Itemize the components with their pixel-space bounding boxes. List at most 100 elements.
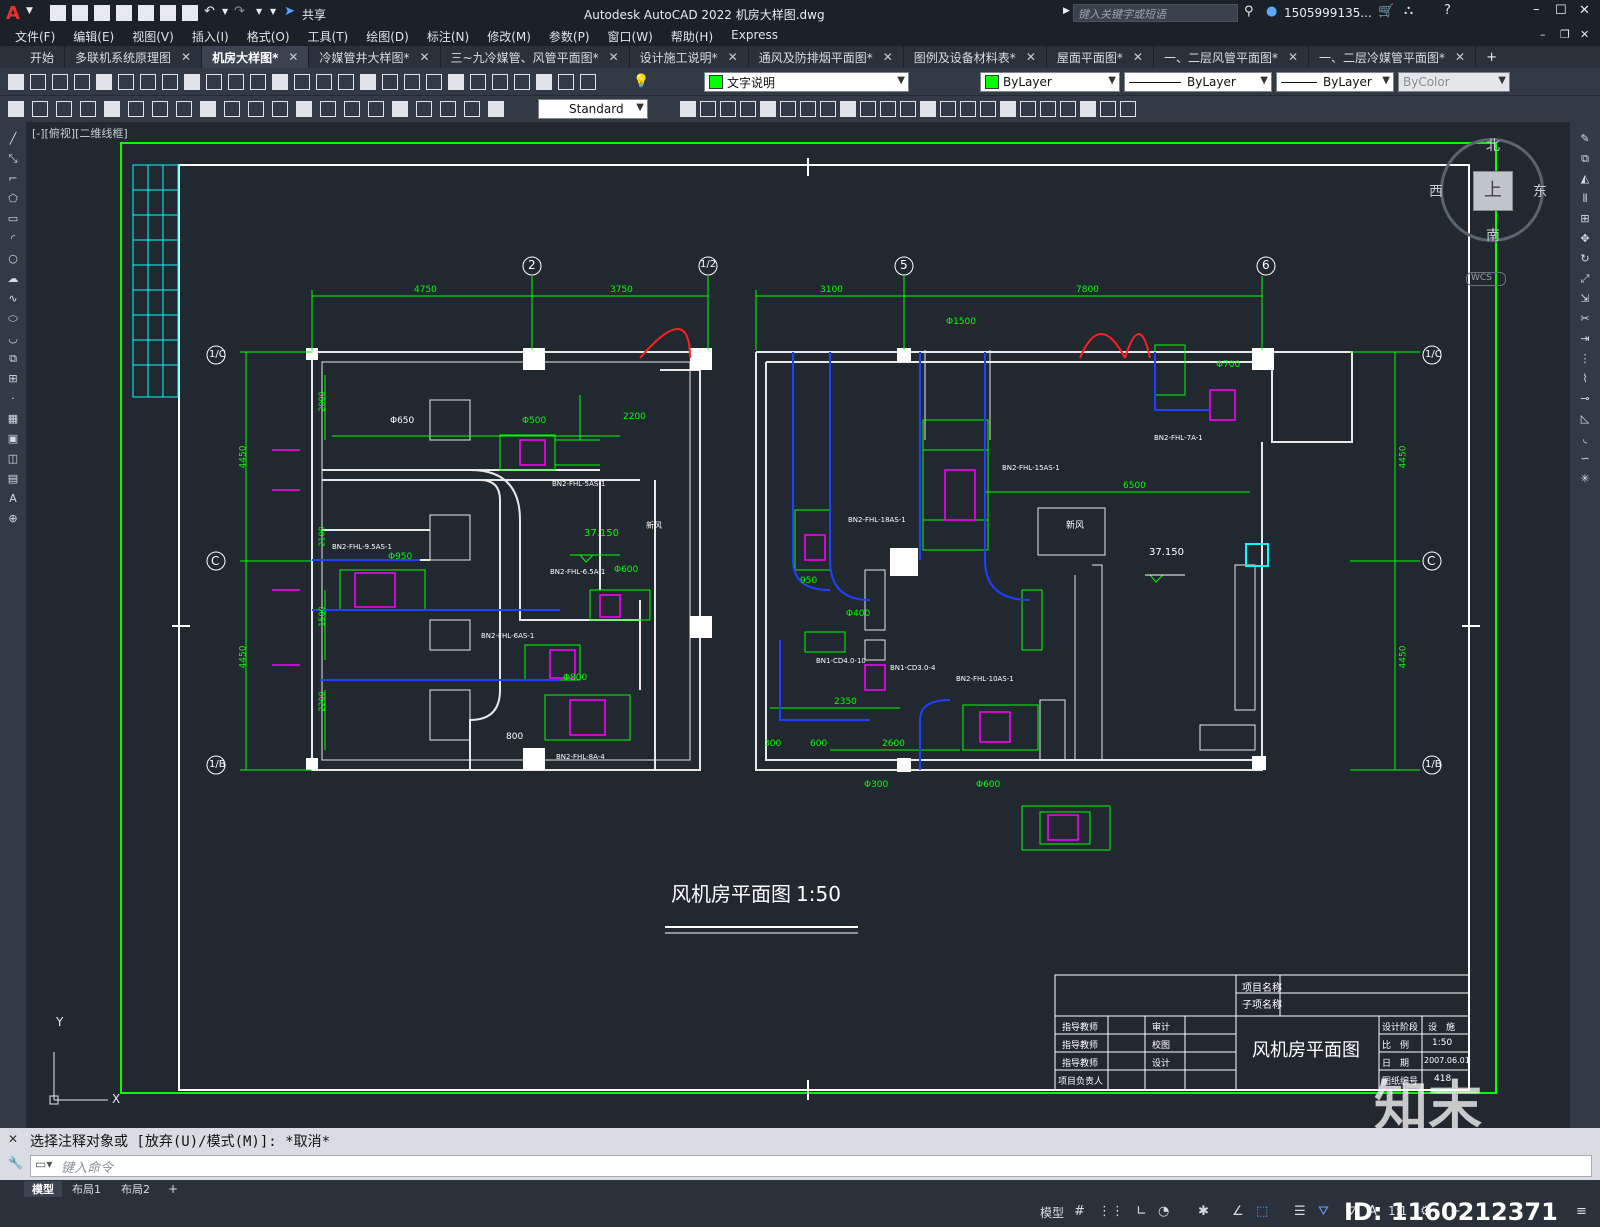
zoom-window-icon[interactable] [382, 74, 398, 90]
polygon-icon[interactable]: ⬠ [5, 192, 21, 206]
minimize-icon[interactable]: – [1533, 2, 1540, 17]
layer-delete-icon[interactable] [840, 101, 856, 117]
user-name[interactable]: 1505999135... [1284, 6, 1372, 20]
model-space-button[interactable]: 模型 [1040, 1204, 1064, 1221]
layer-on-all-icon[interactable] [920, 101, 936, 117]
insert-block-icon[interactable]: ⧉ [5, 352, 21, 366]
circle-icon[interactable]: ○ [5, 252, 21, 266]
open-web-icon[interactable] [138, 5, 154, 21]
fillet-icon[interactable]: ◟ [1577, 432, 1593, 446]
tab-close-icon[interactable]: ✕ [1455, 50, 1465, 64]
change-to-current-icon[interactable] [880, 101, 896, 117]
menu-item[interactable]: 标注(N) [418, 28, 478, 45]
lineweight-icon[interactable]: ☰ [1294, 1204, 1306, 1219]
layout-tab-2[interactable]: 布局2 [111, 1181, 160, 1197]
layer-state-icon[interactable]: 💡 [633, 74, 649, 89]
tool-palettes-icon[interactable] [470, 74, 486, 90]
aligned-dim-icon[interactable] [32, 101, 48, 117]
angular-icon[interactable] [176, 101, 192, 117]
chamfer-icon[interactable]: ◺ [1577, 412, 1593, 426]
tab-close-icon[interactable]: ✕ [883, 50, 893, 64]
doc-close-icon[interactable]: ✕ [1580, 28, 1589, 41]
autocad-logo-icon[interactable]: A [6, 3, 20, 24]
baseline-icon[interactable] [224, 101, 240, 117]
scale-icon[interactable]: ⤢ [1577, 272, 1593, 286]
viewcube-south[interactable]: 南 [1486, 225, 1500, 245]
plot-icon[interactable] [96, 74, 112, 90]
arc-length-icon[interactable] [56, 101, 72, 117]
layer-thaw-all-icon[interactable] [940, 101, 956, 117]
layer-unlock-icon[interactable] [960, 101, 976, 117]
menu-item[interactable]: Express [722, 28, 787, 45]
snap-icon[interactable]: ⋮⋮ [1098, 1204, 1124, 1219]
plot-preview-icon[interactable] [118, 74, 134, 90]
3d-print-icon[interactable] [162, 74, 178, 90]
layer-properties-icon[interactable] [580, 74, 596, 90]
text-style-dropdown[interactable]: Standard ▼ [538, 99, 648, 119]
paste-icon[interactable] [228, 74, 244, 90]
menu-item[interactable]: 工具(T) [299, 28, 358, 45]
color-dropdown[interactable]: ByLayer ▼ [980, 72, 1120, 92]
block-editor-icon[interactable] [272, 74, 288, 90]
layer-translator-icon[interactable] [1000, 101, 1016, 117]
drawing-canvas[interactable]: [-][俯视][二维线框] 2 1/2 5 6 1/C C 1/B 1/C C … [26, 122, 1570, 1128]
array-icon[interactable]: ⊞ [1577, 212, 1593, 226]
file-tab[interactable]: 机房大样图* ✕ [202, 46, 310, 68]
tab-close-icon[interactable]: ✕ [419, 50, 429, 64]
user-icon[interactable]: ● [1266, 4, 1277, 19]
add-selected-icon[interactable]: ⊕ [5, 512, 21, 526]
trim-icon[interactable]: ✂ [1577, 312, 1593, 326]
new-tab-icon[interactable]: + [1486, 46, 1497, 68]
menu-item[interactable]: 编辑(E) [64, 28, 123, 45]
point-icon[interactable]: · [5, 392, 21, 406]
tab-close-icon[interactable]: ✕ [1133, 50, 1143, 64]
cut-icon[interactable] [250, 74, 266, 90]
new-file-icon[interactable] [50, 5, 66, 21]
mtext-icon[interactable]: A [5, 492, 21, 506]
hatch-icon[interactable]: ▦ [5, 412, 21, 426]
markup-icon[interactable] [514, 74, 530, 90]
isodraft-icon[interactable]: ✱ [1198, 1204, 1209, 1219]
lineweight-dropdown[interactable]: ByLayer ▼ [1276, 72, 1394, 92]
ellipse-arc-icon[interactable]: ◡ [5, 332, 21, 346]
viewcube-east[interactable]: 东 [1533, 181, 1547, 201]
sheet-set-icon[interactable] [492, 74, 508, 90]
menu-item[interactable]: 插入(I) [183, 28, 238, 45]
save-icon[interactable] [94, 5, 110, 21]
stretch-icon[interactable]: ⇲ [1577, 292, 1593, 306]
file-tab[interactable]: 一、二层冷媒管平面图* ✕ [1309, 46, 1477, 68]
publish-icon[interactable] [140, 74, 156, 90]
menu-item[interactable]: 帮助(H) [662, 28, 722, 45]
doc-minimize-icon[interactable]: – [1540, 28, 1546, 41]
viewcube-west[interactable]: 西 [1429, 181, 1443, 201]
app-menu-chevron-icon[interactable]: ▼ [26, 6, 33, 16]
layer-previous-icon[interactable] [780, 101, 796, 117]
save-as-icon[interactable] [116, 5, 132, 21]
offset-icon[interactable]: ⫴ [1577, 192, 1593, 206]
open-icon[interactable] [30, 74, 46, 90]
layer-dropdown[interactable]: 文字说明 ▼ [704, 72, 909, 92]
dim-edit-icon[interactable] [416, 101, 432, 117]
layer-lock-icon[interactable] [740, 101, 756, 117]
erase-icon[interactable]: ✎ [1577, 132, 1593, 146]
redo-dropdown-icon[interactable]: ▼ [256, 7, 262, 16]
layer-fade-icon[interactable] [1020, 101, 1036, 117]
doc-restore-icon[interactable]: ❐ [1560, 28, 1570, 41]
menu-item[interactable]: 格式(O) [238, 28, 299, 45]
layer-isolate-icon[interactable] [700, 101, 716, 117]
redo-icon[interactable]: ↷ [234, 4, 245, 19]
open-file-icon[interactable] [72, 5, 88, 21]
construction-line-icon[interactable]: ⤡ [5, 152, 21, 166]
tab-close-icon[interactable]: ✕ [1026, 50, 1036, 64]
file-tab[interactable]: 三~九冷媒管、风管平面图* ✕ [441, 46, 630, 68]
search-input[interactable]: 键入关键字或短语 [1073, 4, 1238, 22]
search-expand-icon[interactable]: ▶ [1063, 6, 1070, 16]
file-tab[interactable]: 设计施工说明* ✕ [630, 46, 749, 68]
gradient-icon[interactable]: ▣ [5, 432, 21, 446]
explode-icon[interactable]: ✳ [1577, 472, 1593, 486]
file-tab[interactable]: 屋面平面图* ✕ [1047, 46, 1154, 68]
undo-icon[interactable] [294, 74, 310, 90]
save-icon[interactable] [52, 74, 68, 90]
tab-close-icon[interactable]: ✕ [288, 50, 298, 64]
tab-close-icon[interactable]: ✕ [728, 50, 738, 64]
